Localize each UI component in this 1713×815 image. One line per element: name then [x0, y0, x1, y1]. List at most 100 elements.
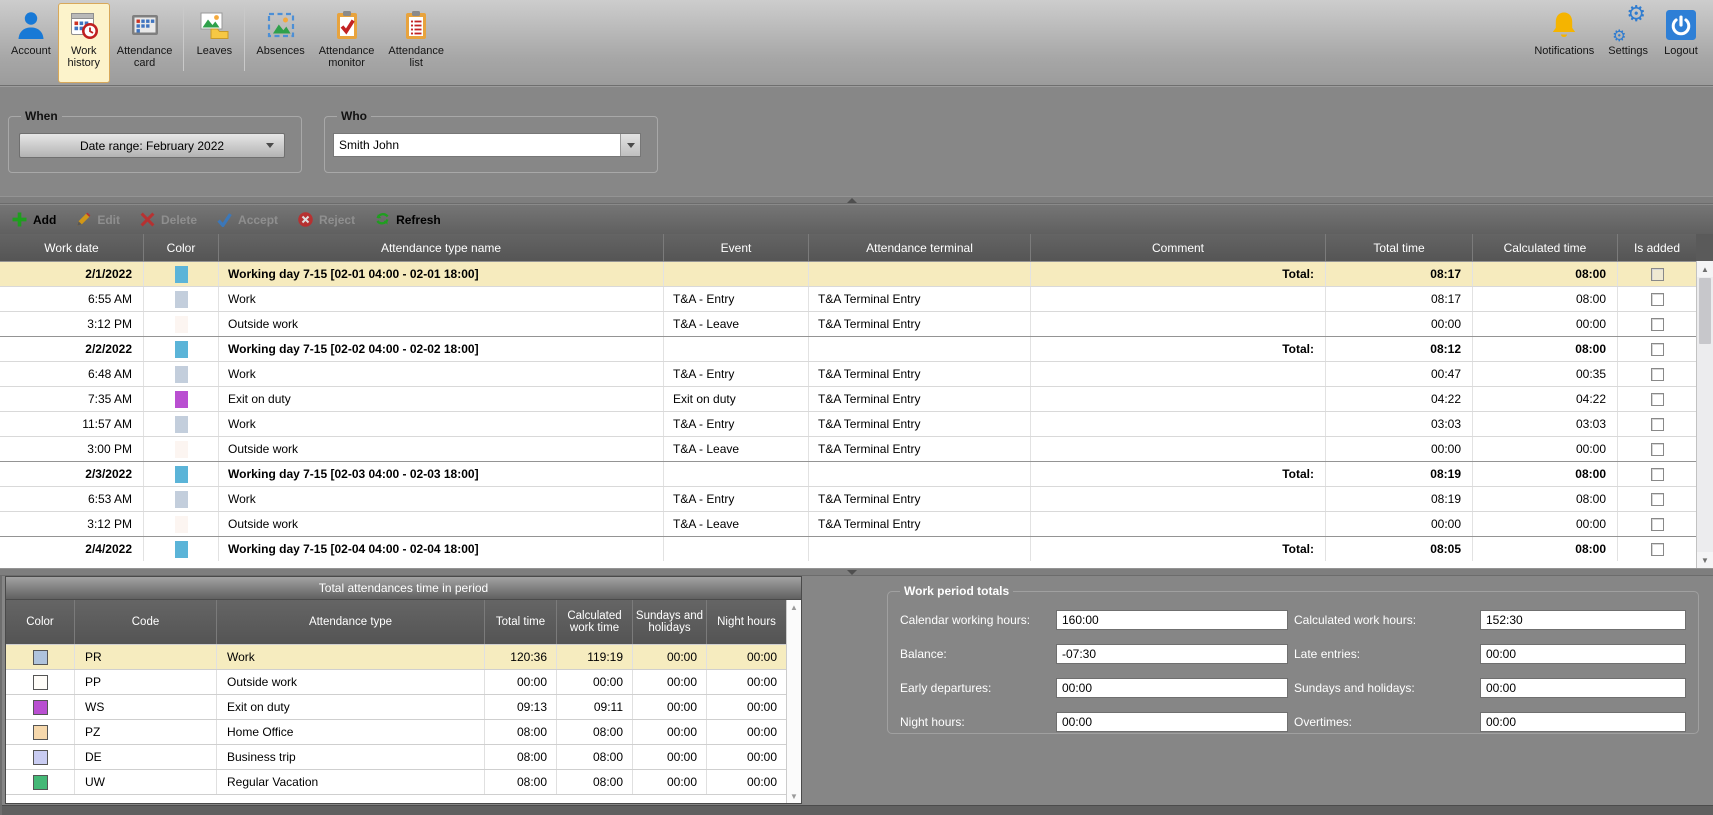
is-added-checkbox[interactable]	[1651, 268, 1664, 281]
action-button-add[interactable]: Add	[8, 209, 68, 230]
attendance-row[interactable]: 6:53 AMWorkT&A - EntryT&A Terminal Entry…	[0, 486, 1696, 511]
attendance-row[interactable]: 2/1/2022Working day 7-15 [02-01 04:00 - …	[0, 261, 1696, 286]
totals-input-night-hours[interactable]	[1056, 712, 1288, 732]
summary-column-header-code[interactable]: Code	[74, 600, 216, 644]
column-header-color[interactable]: Color	[143, 234, 218, 261]
attendance-row[interactable]: 3:12 PMOutside workT&A - LeaveT&A Termin…	[0, 311, 1696, 336]
scroll-down-button[interactable]: ▼	[790, 789, 798, 803]
sundays-holidays-cell: 00:00	[632, 695, 706, 719]
column-header-event[interactable]: Event	[663, 234, 808, 261]
attendance-type-cell: Work	[218, 412, 663, 436]
scroll-down-button[interactable]: ▼	[1697, 552, 1713, 568]
summary-row[interactable]: DEBusiness trip08:0008:0000:0000:00	[6, 744, 786, 769]
attendance-type-cell: Exit on duty	[216, 695, 484, 719]
scroll-up-button[interactable]: ▲	[1697, 261, 1713, 277]
action-button-refresh[interactable]: Refresh	[371, 209, 453, 230]
is-added-checkbox[interactable]	[1651, 493, 1664, 506]
column-header-attendance-terminal[interactable]: Attendance terminal	[808, 234, 1030, 261]
employee-combobox[interactable]: Smith John	[333, 133, 641, 157]
toolbar-button-leaves[interactable]: Leaves	[188, 3, 240, 83]
toolbar-button-attendance-list[interactable]: Attendance list	[381, 3, 451, 83]
toolbar-button-logout[interactable]: Logout	[1655, 3, 1707, 83]
is-added-checkbox[interactable]	[1651, 393, 1664, 406]
toolbar-button-absences[interactable]: Absences	[249, 3, 311, 83]
combo-dropdown-button[interactable]	[620, 134, 640, 156]
is-added-checkbox[interactable]	[1651, 543, 1664, 556]
toolbar-button-attendance-card[interactable]: Attendance card	[110, 3, 180, 83]
splitter-collapse-icon[interactable]	[847, 198, 857, 203]
attendance-row[interactable]: 7:35 AMExit on dutyExit on dutyT&A Termi…	[0, 386, 1696, 411]
date-range-dropdown[interactable]: Date range: February 2022	[19, 133, 285, 158]
attendance-row[interactable]: 2/3/2022Working day 7-15 [02-03 04:00 - …	[0, 461, 1696, 486]
attendance-row[interactable]: 3:00 PMOutside workT&A - LeaveT&A Termin…	[0, 436, 1696, 461]
accept-icon	[217, 212, 232, 227]
work-date-cell: 7:35 AM	[0, 387, 143, 411]
summary-row[interactable]: PZHome Office08:0008:0000:0000:00	[6, 719, 786, 744]
toolbar-button-settings[interactable]: ⚙⚙Settings	[1601, 3, 1655, 83]
is-added-checkbox[interactable]	[1651, 343, 1664, 356]
column-header-work-date[interactable]: Work date	[0, 234, 143, 261]
totals-input-calculated-work-hours[interactable]	[1480, 610, 1686, 630]
totals-input-balance[interactable]	[1056, 644, 1288, 664]
scrollbar-track[interactable]	[1697, 345, 1713, 552]
column-header-is-added[interactable]: Is added	[1617, 234, 1696, 261]
attendance-type-cell: Work	[218, 487, 663, 511]
splitter-bottom[interactable]	[0, 568, 1713, 576]
summary-row[interactable]: UWRegular Vacation08:0008:0000:0000:00	[6, 769, 786, 794]
total-time-cell: 08:00	[484, 770, 556, 794]
vertical-scrollbar[interactable]: ▲ ▼	[1696, 261, 1713, 568]
is-added-checkbox[interactable]	[1651, 293, 1664, 306]
toolbar-button-attendance-monitor[interactable]: Attendance monitor	[312, 3, 382, 83]
summary-column-header-sundays-and-holidays[interactable]: Sundays and holidays	[632, 600, 706, 644]
summary-column-header-total-time[interactable]: Total time	[484, 600, 556, 644]
attendance-row[interactable]: 2/4/2022Working day 7-15 [02-04 04:00 - …	[0, 536, 1696, 561]
attendance-row[interactable]: 2/2/2022Working day 7-15 [02-02 04:00 - …	[0, 336, 1696, 361]
summary-column-header-color[interactable]: Color	[6, 600, 74, 644]
toolbar-button-label: Absences	[256, 45, 304, 57]
is-added-checkbox[interactable]	[1651, 368, 1664, 381]
toolbar-button-notifications[interactable]: Notifications	[1527, 3, 1601, 83]
totals-input-sundays-and-holidays[interactable]	[1480, 678, 1686, 698]
summary-row[interactable]: WSExit on duty09:1309:1100:0000:00	[6, 694, 786, 719]
column-header-attendance-type-name[interactable]: Attendance type name	[218, 234, 663, 261]
scroll-up-button[interactable]: ▲	[790, 600, 798, 614]
totals-input-early-departures[interactable]	[1056, 678, 1288, 698]
column-header-comment[interactable]: Comment	[1030, 234, 1325, 261]
column-header-total-time[interactable]: Total time	[1325, 234, 1472, 261]
is-added-checkbox[interactable]	[1651, 443, 1664, 456]
toolbar-button-work-history[interactable]: Work history	[58, 3, 110, 83]
is-added-checkbox[interactable]	[1651, 318, 1664, 331]
is-added-checkbox[interactable]	[1651, 468, 1664, 481]
summary-column-header-night-hours[interactable]: Night hours	[706, 600, 786, 644]
attendance-row[interactable]: 6:55 AMWorkT&A - EntryT&A Terminal Entry…	[0, 286, 1696, 311]
summary-column-header-calculated-work-time[interactable]: Calculated work time	[556, 600, 632, 644]
terminal-cell	[808, 537, 1030, 561]
is-added-checkbox[interactable]	[1651, 518, 1664, 531]
attendance-row[interactable]: 11:57 AMWorkT&A - EntryT&A Terminal Entr…	[0, 411, 1696, 436]
comment-cell: Total:	[1030, 537, 1325, 561]
attendance-row[interactable]: 3:12 PMOutside workT&A - LeaveT&A Termin…	[0, 511, 1696, 536]
calculated-time-cell: 08:00	[1472, 262, 1617, 286]
is-added-cell	[1617, 387, 1696, 411]
event-cell	[663, 537, 808, 561]
is-added-checkbox[interactable]	[1651, 418, 1664, 431]
splitter-collapse-icon[interactable]	[847, 570, 857, 575]
color-swatch	[175, 491, 188, 508]
column-header-calculated-time[interactable]: Calculated time	[1472, 234, 1617, 261]
summary-row[interactable]: PRWork120:36119:1900:0000:00	[6, 644, 786, 669]
attendance-type-cell: Work	[216, 645, 484, 669]
toolbar-button-account[interactable]: Account	[4, 3, 58, 83]
splitter-top[interactable]	[0, 196, 1713, 204]
color-swatch	[175, 391, 188, 408]
totals-input-late-entries[interactable]	[1480, 644, 1686, 664]
totals-input-calendar-working-hours[interactable]	[1056, 610, 1288, 630]
work-date-cell: 11:57 AM	[0, 412, 143, 436]
scrollbar-thumb[interactable]	[1699, 278, 1711, 344]
summary-scrollbar[interactable]: ▲ ▼	[786, 600, 801, 803]
summary-column-header-attendance-type[interactable]: Attendance type	[216, 600, 484, 644]
totals-input-overtimes[interactable]	[1480, 712, 1686, 732]
attendance-row[interactable]: 6:48 AMWorkT&A - EntryT&A Terminal Entry…	[0, 361, 1696, 386]
color-swatch	[175, 366, 188, 383]
summary-row[interactable]: PPOutside work00:0000:0000:0000:00	[6, 669, 786, 694]
totals-label-early-departures: Early departures:	[900, 678, 1050, 698]
